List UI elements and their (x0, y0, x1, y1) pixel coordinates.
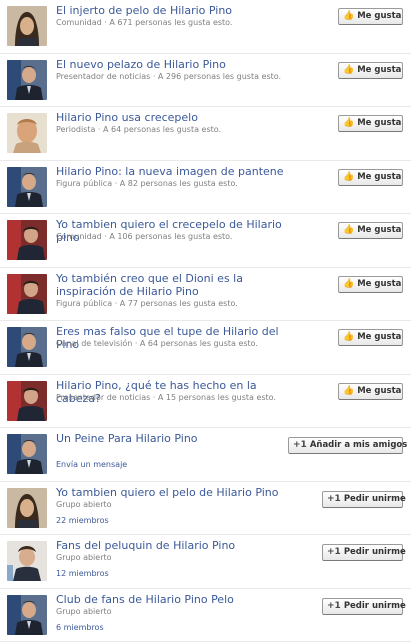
result-meta: Comunidad · A 106 personas les gusta est… (56, 232, 232, 242)
result-row: El nuevo pelazo de Hilario PinoPresentad… (0, 54, 411, 108)
result-title-link[interactable]: El injerto de pelo de Hilario Pino (56, 4, 296, 17)
thumbs-up-icon: 👍 (343, 330, 354, 345)
add-friend-icon: +1 (293, 438, 307, 453)
profile-thumbnail[interactable] (7, 434, 47, 474)
button-label: Me gusta (357, 332, 401, 342)
profile-thumbnail[interactable] (7, 274, 47, 314)
like-button[interactable]: 👍Me gusta (338, 169, 403, 186)
profile-thumbnail[interactable] (7, 113, 47, 153)
thumbs-up-icon: 👍 (343, 9, 354, 24)
add-icon: +1 (327, 492, 341, 507)
join-group-button[interactable]: +1Pedir unirme (322, 544, 403, 561)
profile-thumbnail[interactable] (7, 488, 47, 528)
result-row: Eres mas falso que el tupe de Hilario de… (0, 321, 411, 375)
result-row: Yo también creo que el Dioni es la inspi… (0, 268, 411, 322)
like-button[interactable]: 👍Me gusta (338, 8, 403, 25)
button-label: Me gusta (357, 118, 401, 128)
profile-thumbnail[interactable] (7, 381, 47, 421)
result-extra-link[interactable]: 12 miembros (56, 569, 109, 579)
like-button[interactable]: 👍Me gusta (338, 276, 403, 293)
result-extra-link[interactable]: 22 miembros (56, 516, 109, 526)
result-title-link[interactable]: El nuevo pelazo de Hilario Pino (56, 58, 296, 71)
like-button[interactable]: 👍Me gusta (338, 115, 403, 132)
button-label: Me gusta (357, 172, 401, 182)
like-button[interactable]: 👍Me gusta (338, 62, 403, 79)
button-label: Añadir a mis amigos (310, 440, 408, 450)
button-label: Pedir unirme (344, 547, 406, 557)
button-label: Me gusta (357, 386, 401, 396)
button-label: Me gusta (357, 225, 401, 235)
join-group-button[interactable]: +1Pedir unirme (322, 491, 403, 508)
result-row: Hilario Pino: la nueva imagen de pantene… (0, 161, 411, 215)
result-title-link[interactable]: Un Peine Para Hilario Pino (56, 432, 296, 445)
result-meta: Presentador de noticias · A 15 personas … (56, 393, 276, 403)
button-label: Me gusta (357, 279, 401, 289)
profile-thumbnail[interactable] (7, 6, 47, 46)
result-title-link[interactable]: Hilario Pino: la nueva imagen de pantene (56, 165, 296, 178)
result-title-link[interactable]: Fans del peluquin de Hilario Pino (56, 539, 296, 552)
result-meta: Grupo abierto (56, 553, 112, 563)
profile-thumbnail[interactable] (7, 595, 47, 635)
profile-thumbnail[interactable] (7, 541, 47, 581)
result-meta: Grupo abierto (56, 607, 112, 617)
add-icon: +1 (327, 599, 341, 614)
add-icon: +1 (327, 545, 341, 560)
result-row: El injerto de pelo de Hilario PinoComuni… (0, 0, 411, 54)
result-extra-link[interactable]: 6 miembros (56, 623, 104, 633)
result-meta: Canal de televisión · A 64 personas les … (56, 339, 258, 349)
thumbs-up-icon: 👍 (343, 384, 354, 399)
result-title-link[interactable]: Yo también creo que el Dioni es la inspi… (56, 272, 296, 298)
thumbs-up-icon: 👍 (343, 116, 354, 131)
thumbs-up-icon: 👍 (343, 170, 354, 185)
profile-thumbnail[interactable] (7, 327, 47, 367)
profile-thumbnail[interactable] (7, 60, 47, 100)
like-button[interactable]: 👍Me gusta (338, 383, 403, 400)
button-label: Me gusta (357, 65, 401, 75)
result-title-link[interactable]: Hilario Pino usa crecepelo (56, 111, 296, 124)
result-row: Fans del peluquin de Hilario PinoGrupo a… (0, 535, 411, 589)
result-title-link[interactable]: Yo tambien quiero el pelo de Hilario Pin… (56, 486, 296, 499)
result-meta: Grupo abierto (56, 500, 112, 510)
button-label: Pedir unirme (344, 601, 406, 611)
like-button[interactable]: 👍Me gusta (338, 222, 403, 239)
result-row: Yo tambien quiero el crecepelo de Hilari… (0, 214, 411, 268)
button-label: Me gusta (357, 11, 401, 21)
join-group-button[interactable]: +1Pedir unirme (322, 598, 403, 615)
result-row: Club de fans de Hilario Pino PeloGrupo a… (0, 589, 411, 642)
add-friend-button[interactable]: +1Añadir a mis amigos (288, 437, 403, 454)
result-row: Hilario Pino usa crecepeloPeriodista · A… (0, 107, 411, 161)
button-label: Pedir unirme (344, 494, 406, 504)
result-meta: Comunidad · A 671 personas les gusta est… (56, 18, 232, 28)
result-title-link[interactable]: Club de fans de Hilario Pino Pelo (56, 593, 296, 606)
profile-thumbnail[interactable] (7, 220, 47, 260)
like-button[interactable]: 👍Me gusta (338, 329, 403, 346)
result-meta: Presentador de noticias · A 296 personas… (56, 72, 281, 82)
results-list: El injerto de pelo de Hilario PinoComuni… (0, 0, 411, 642)
thumbs-up-icon: 👍 (343, 277, 354, 292)
result-meta: Figura pública · A 82 personas les gusta… (56, 179, 238, 189)
result-row: Un Peine Para Hilario Pino Envía un mensa… (0, 428, 411, 482)
result-row: Yo tambien quiero el pelo de Hilario Pin… (0, 482, 411, 536)
thumbs-up-icon: 👍 (343, 223, 354, 238)
profile-thumbnail[interactable] (7, 167, 47, 207)
thumbs-up-icon: 👍 (343, 63, 354, 78)
result-row: Hilario Pino, ¿qué te has hecho en la ca… (0, 375, 411, 429)
result-extra-link[interactable]: Envía un mensaje (56, 460, 127, 470)
result-meta: Figura pública · A 77 personas les gusta… (56, 299, 238, 309)
result-meta: Periodista · A 64 personas les gusta est… (56, 125, 221, 135)
